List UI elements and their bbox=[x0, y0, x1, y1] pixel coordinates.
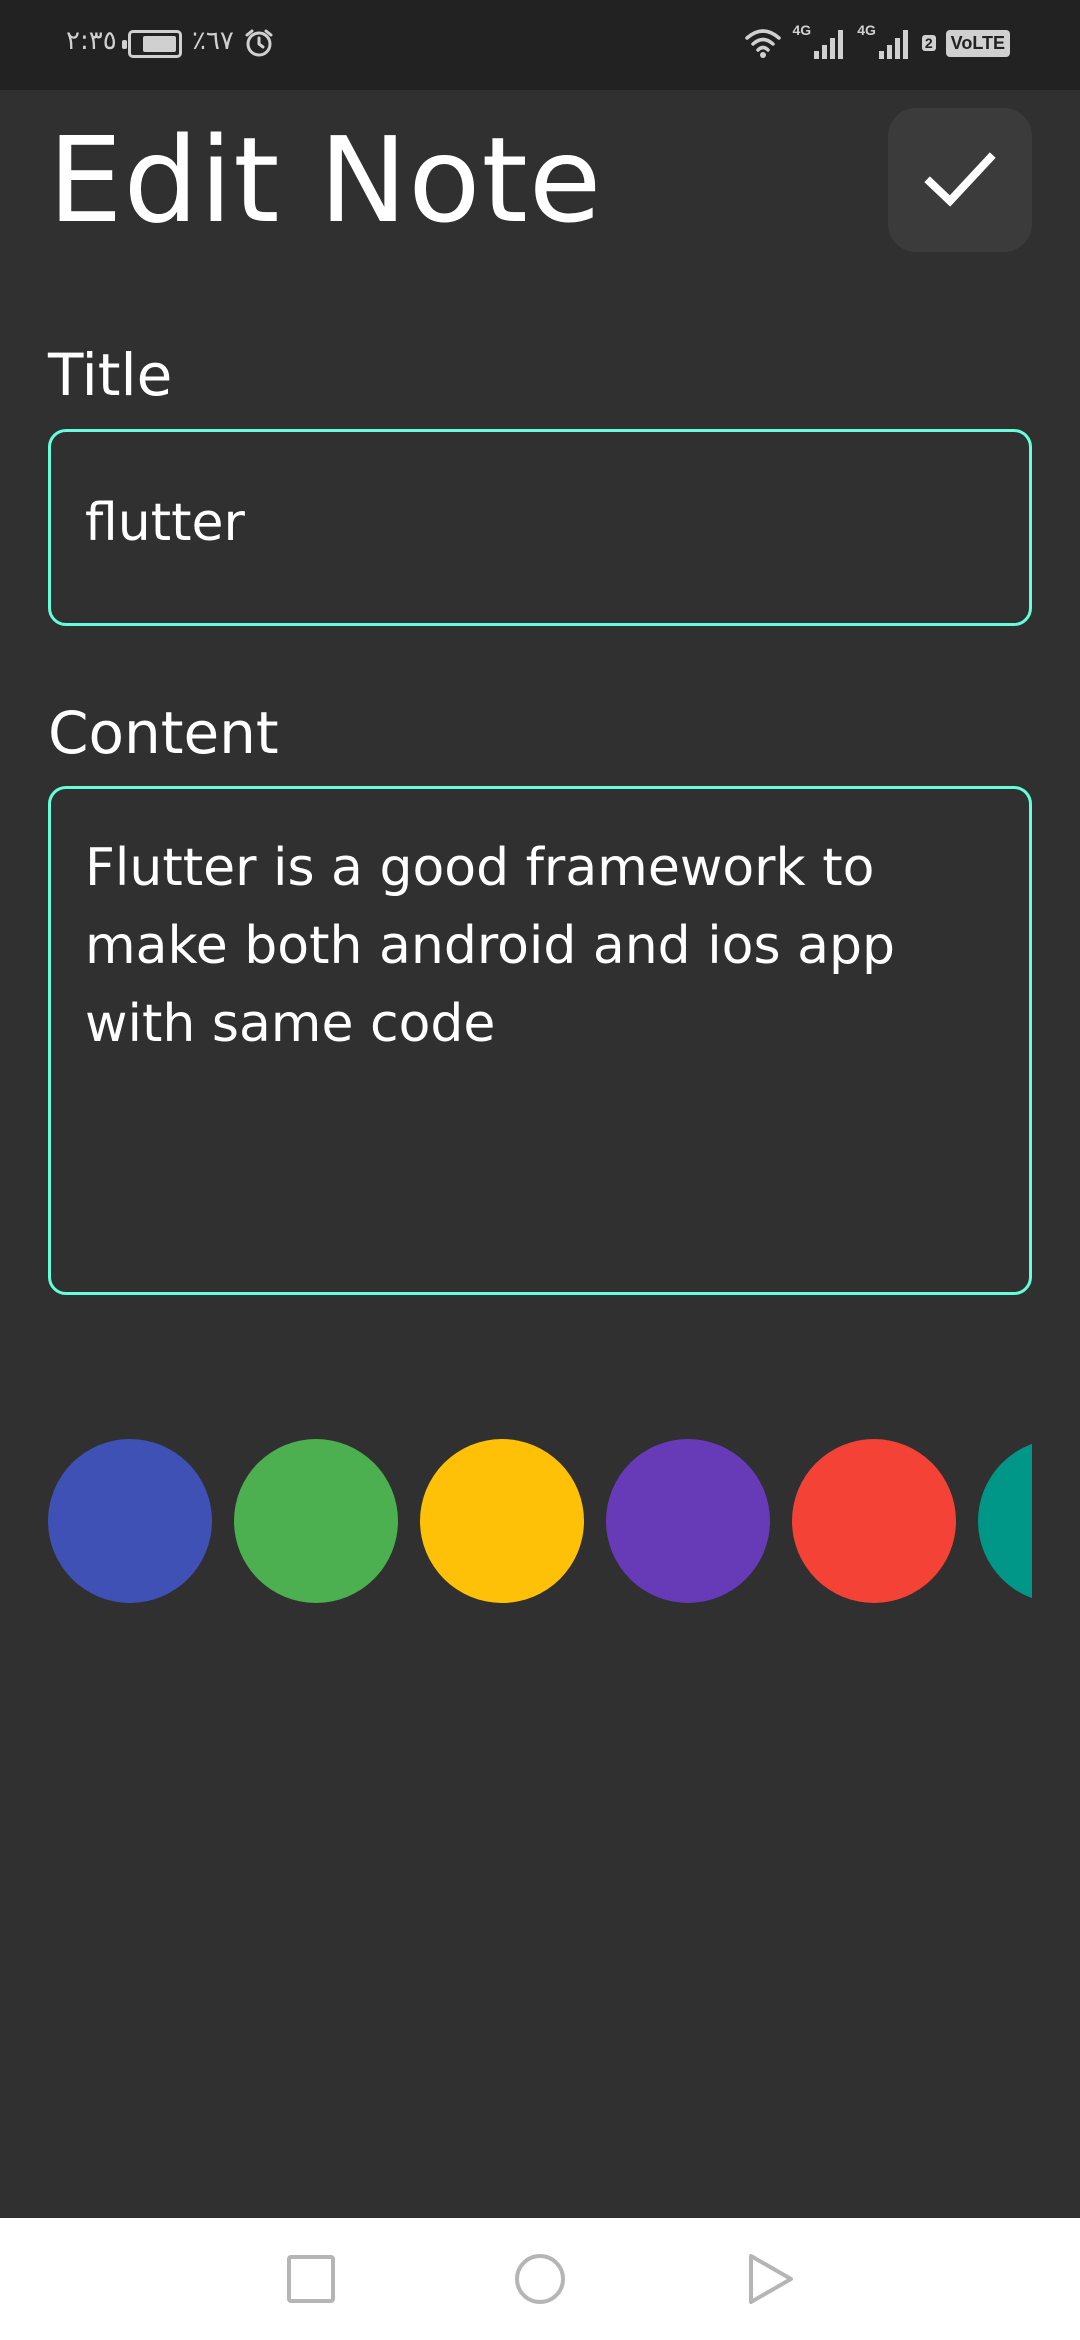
battery-percent: ٪٦٧ bbox=[192, 26, 234, 56]
color-swatch-purple[interactable] bbox=[606, 1439, 770, 1603]
status-bar: ٢:٣٥ ٪٦٧ 4G 4G 2 VoLTE bbox=[0, 0, 1080, 90]
network-type-1: 4G bbox=[792, 22, 812, 38]
content-label: Content bbox=[48, 699, 279, 767]
square-icon bbox=[287, 2255, 335, 2303]
volte-badge: VoLTE bbox=[945, 29, 1010, 57]
page-title: Edit Note bbox=[48, 111, 603, 249]
recents-button[interactable] bbox=[251, 2218, 371, 2340]
color-swatch-teal[interactable] bbox=[978, 1439, 1032, 1603]
content-field[interactable]: Flutter is a good framework to make both… bbox=[48, 786, 1032, 1295]
title-field[interactable]: flutter bbox=[48, 429, 1032, 626]
status-time: ٢:٣٥ bbox=[66, 26, 117, 56]
title-value: flutter bbox=[85, 493, 245, 553]
color-swatch-green[interactable] bbox=[234, 1439, 398, 1603]
home-button[interactable] bbox=[480, 2218, 600, 2340]
color-swatch-blue[interactable] bbox=[48, 1439, 212, 1603]
navigation-bar bbox=[0, 2218, 1080, 2340]
signal-icon-1 bbox=[814, 30, 844, 59]
save-button[interactable] bbox=[888, 108, 1032, 252]
title-label: Title bbox=[48, 341, 173, 409]
content-value: Flutter is a good framework to make both… bbox=[85, 838, 895, 1054]
back-button[interactable] bbox=[709, 2218, 829, 2340]
alarm-icon bbox=[245, 29, 273, 57]
color-swatch-red[interactable] bbox=[792, 1439, 956, 1603]
color-picker bbox=[48, 1439, 1032, 1603]
signal-icon-2 bbox=[878, 30, 908, 59]
color-swatch-amber[interactable] bbox=[420, 1439, 584, 1603]
check-icon bbox=[924, 152, 996, 207]
battery-icon bbox=[122, 30, 182, 58]
network-type-2: 4G bbox=[857, 22, 876, 38]
circle-icon bbox=[515, 2254, 565, 2304]
wifi-icon bbox=[744, 29, 781, 58]
triangle-back-icon bbox=[749, 2254, 793, 2304]
sim-badge: 2 bbox=[921, 35, 936, 51]
status-icons: 4G 4G 2 VoLTE bbox=[743, 22, 1010, 60]
